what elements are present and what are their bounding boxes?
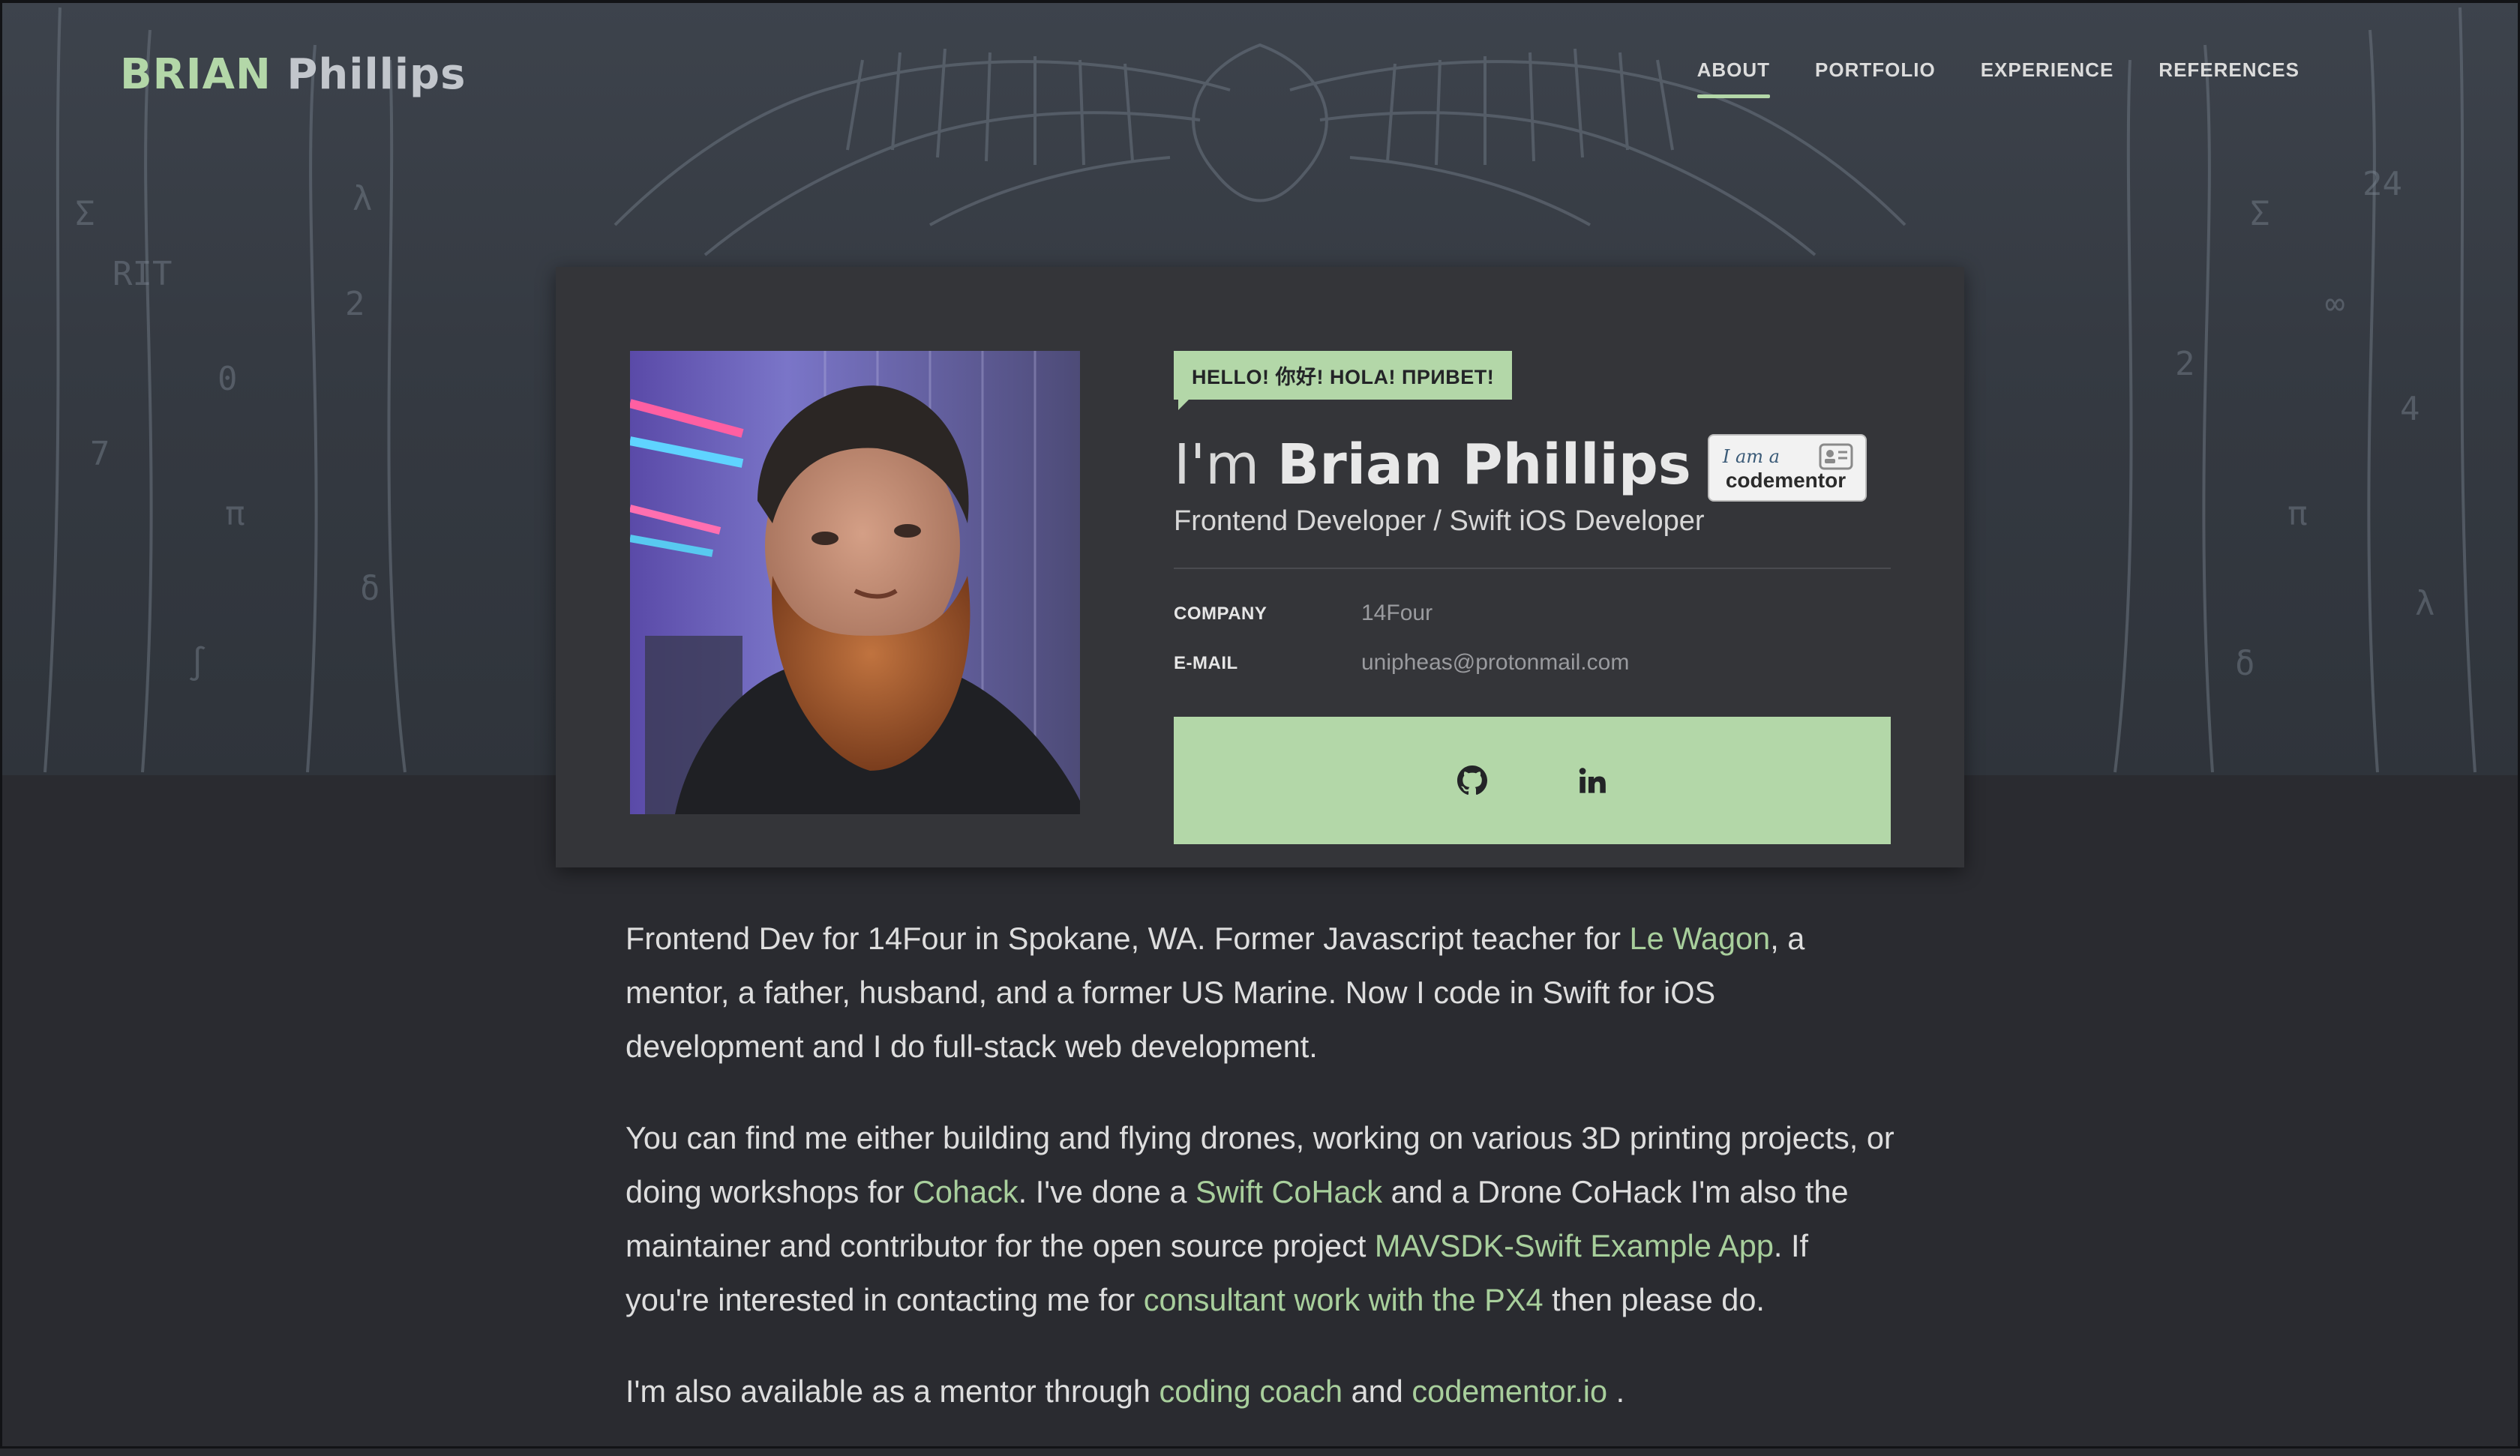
linkedin-icon bbox=[1579, 768, 1606, 793]
svg-text:λ: λ bbox=[2415, 585, 2435, 623]
svg-text:∞: ∞ bbox=[2325, 285, 2345, 323]
svg-text:RIT: RIT bbox=[112, 255, 172, 293]
bio-text: and bbox=[1342, 1374, 1412, 1409]
nav-about[interactable]: ABOUT bbox=[1696, 58, 1771, 98]
bio-paragraph-3: I'm also available as a mentor through c… bbox=[626, 1365, 1900, 1419]
github-link[interactable] bbox=[1456, 765, 1488, 796]
svg-text:24: 24 bbox=[2362, 165, 2402, 203]
linkedin-link[interactable] bbox=[1576, 765, 1608, 796]
bio-text: Frontend Dev for 14Four in Spokane, WA. … bbox=[626, 921, 1630, 956]
svg-text:δ: δ bbox=[360, 570, 380, 608]
name-prefix: I'm bbox=[1174, 433, 1260, 497]
bio-text: . I've done a bbox=[1018, 1174, 1196, 1209]
logo-first-name: BRIAN bbox=[120, 50, 272, 99]
bio-paragraph-2: You can find me either building and flyi… bbox=[626, 1111, 1900, 1327]
profile-content: HELLO! 你好! HOLA! ПРИВЕТ! I'm Brian Phill… bbox=[1174, 351, 1891, 700]
nav-portfolio[interactable]: PORTFOLIO bbox=[1815, 58, 1936, 98]
nav-references[interactable]: REFERENCES bbox=[2158, 58, 2300, 98]
svg-text:Σ: Σ bbox=[75, 195, 95, 233]
cohack-link[interactable]: Cohack bbox=[913, 1174, 1018, 1209]
divider bbox=[1174, 568, 1891, 569]
profile-subtitle: Frontend Developer / Swift iOS Developer bbox=[1174, 505, 1705, 537]
bio-paragraph-1: Frontend Dev for 14Four in Spokane, WA. … bbox=[626, 912, 1900, 1074]
svg-text:λ: λ bbox=[352, 180, 373, 218]
bio-text: I'm also available as a mentor through bbox=[626, 1374, 1160, 1409]
profile-name: I'm Brian Phillips bbox=[1174, 427, 1691, 502]
svg-text:2: 2 bbox=[2175, 345, 2195, 383]
svg-text:∫: ∫ bbox=[188, 645, 208, 683]
svg-text:0: 0 bbox=[218, 360, 238, 398]
profile-card: HELLO! 你好! HOLA! ПРИВЕТ! I'm Brian Phill… bbox=[556, 267, 1964, 867]
main-nav: ABOUT PORTFOLIO EXPERIENCE REFERENCES bbox=[1696, 58, 2300, 98]
svg-text:π: π bbox=[2288, 495, 2308, 533]
svg-text:2: 2 bbox=[345, 285, 365, 323]
name-text: Brian Phillips bbox=[1276, 433, 1691, 497]
profile-info: COMPANY 14Four E-MAIL unipheas@protonmai… bbox=[1174, 601, 1891, 700]
nav-experience[interactable]: EXPERIENCE bbox=[1981, 58, 2114, 98]
bio-text: then please do. bbox=[1543, 1282, 1765, 1317]
svg-text:π: π bbox=[225, 495, 245, 533]
social-links bbox=[1174, 717, 1891, 844]
email-value[interactable]: unipheas@protonmail.com bbox=[1361, 650, 1629, 676]
github-icon bbox=[1457, 765, 1487, 795]
le-wagon-link[interactable]: Le Wagon bbox=[1630, 921, 1771, 956]
company-label: COMPANY bbox=[1174, 604, 1268, 624]
logo-last-name: Phillips bbox=[286, 50, 466, 99]
greeting-badge: HELLO! 你好! HOLA! ПРИВЕТ! bbox=[1174, 351, 1513, 410]
mavsdk-swift-link[interactable]: MAVSDK-Swift Example App bbox=[1375, 1228, 1774, 1263]
svg-text:Σ: Σ bbox=[2250, 195, 2270, 233]
bio-text: . bbox=[1607, 1374, 1625, 1409]
badge-line2: codementor bbox=[1725, 469, 1846, 492]
badge-line1: I am a bbox=[1722, 446, 1780, 467]
codementor-link[interactable]: codementor.io bbox=[1412, 1374, 1607, 1409]
bio-section: Frontend Dev for 14Four in Spokane, WA. … bbox=[626, 912, 1900, 1456]
contact-card-icon bbox=[1819, 443, 1853, 470]
site-logo[interactable]: BRIAN Phillips bbox=[120, 45, 466, 105]
profile-photo bbox=[630, 351, 1080, 814]
svg-text:4: 4 bbox=[2400, 390, 2420, 428]
coding-coach-link[interactable]: coding coach bbox=[1160, 1374, 1343, 1409]
swift-cohack-link[interactable]: Swift CoHack bbox=[1196, 1174, 1382, 1209]
px4-consultant-link[interactable]: consultant work with the PX4 bbox=[1144, 1282, 1544, 1317]
svg-text:δ: δ bbox=[2235, 645, 2255, 683]
codementor-badge[interactable]: I am a codementor bbox=[1707, 434, 1867, 502]
email-label: E-MAIL bbox=[1174, 653, 1238, 673]
svg-text:7: 7 bbox=[90, 435, 110, 473]
company-value: 14Four bbox=[1361, 601, 1433, 625]
